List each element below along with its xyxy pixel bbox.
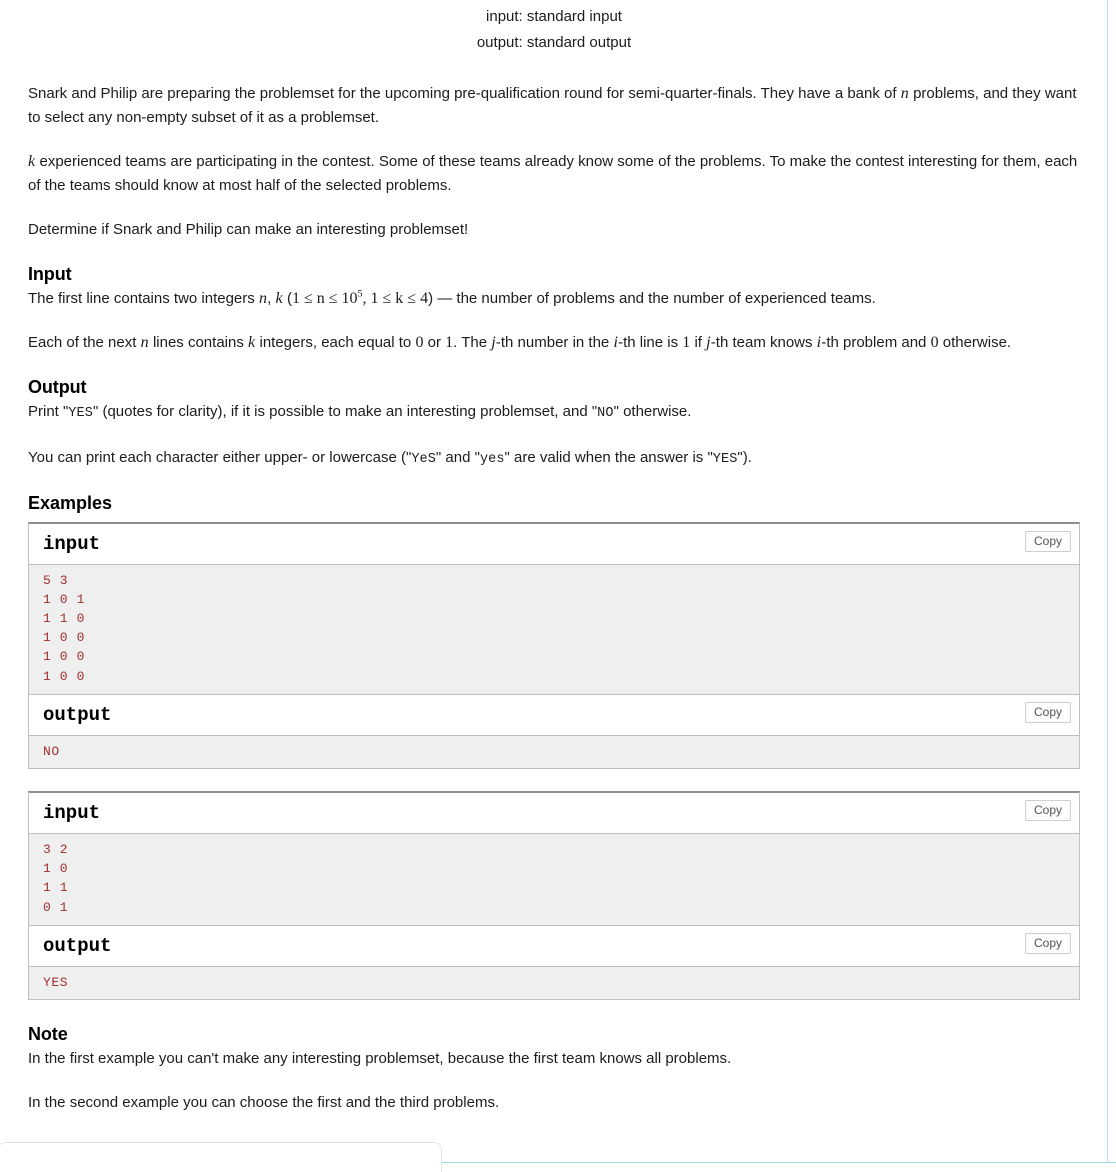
output-p2-c: " are valid when the answer is "	[504, 449, 713, 466]
math-zero: 0	[930, 334, 939, 351]
input-p1-comma: ,	[267, 289, 276, 307]
sample-2-input-data: 3 2 1 0 1 1 0 1	[29, 832, 1079, 925]
legend-paragraph-3: Determine if Snark and Philip can make a…	[28, 221, 469, 238]
input-section: Input The first line contains two intege…	[0, 264, 1108, 355]
math-one: 1	[445, 334, 454, 351]
output-paragraph-1: Print "YES" (quotes for clarity), if it …	[28, 400, 1080, 426]
copy-button[interactable]: Copy	[1024, 701, 1071, 723]
copy-button[interactable]: Copy	[1024, 932, 1071, 954]
sample-2-output-header: output Copy	[29, 924, 1079, 966]
output-spec: output: standard output	[476, 34, 632, 51]
legend-p1-text-a: Snark and Philip are preparing the probl…	[28, 85, 901, 102]
input-p2-g: -th line is	[618, 334, 683, 351]
math-constraint-n: 1 ≤ n ≤ 105	[291, 289, 363, 307]
input-p1-a: The first line contains two integers	[28, 289, 259, 307]
math-n: n	[140, 334, 149, 351]
sample-2-input-label: input	[43, 801, 101, 824]
code-yes-upper: YES	[712, 452, 738, 467]
sample-1-output-data: NO	[29, 734, 1079, 768]
output-section: Output Print "YES" (quotes for clarity),…	[0, 377, 1108, 472]
note-paragraph-1: In the first example you can't make any …	[28, 1049, 732, 1067]
input-p2-d: or	[423, 334, 446, 351]
code-yes: YES	[68, 405, 93, 421]
legend-p2-text: experienced teams are participating in t…	[28, 153, 1078, 194]
output-p2-d: ").	[737, 449, 752, 466]
sample-1-output-header: output Copy	[29, 693, 1079, 735]
note-paragraph-2: In the second example you can choose the…	[28, 1094, 500, 1112]
input-p2-h: if	[690, 334, 707, 351]
output-p1-b: " (quotes for clarity), if it is possibl…	[92, 402, 598, 420]
code-no: NO	[597, 405, 614, 421]
sample-tests: Examples input Copy 5 3 1 0 1 1 1 0 1 0 …	[0, 493, 1108, 1000]
output-p1-c: " otherwise.	[613, 402, 692, 420]
sample-1-input-data: 5 3 1 0 1 1 1 0 1 0 0 1 0 0 1 0 0	[29, 563, 1079, 694]
io-spec-header: input: standard input output: standard o…	[0, 0, 1108, 56]
input-p2-c: integers, each equal to	[255, 334, 416, 351]
bottom-panel	[0, 1142, 442, 1172]
output-p2-a: You can print each character either uppe…	[28, 449, 412, 466]
copy-button[interactable]: Copy	[1024, 799, 1071, 821]
note-section: Note In the first example you can't make…	[0, 1024, 1108, 1115]
legend-paragraph-1: Snark and Philip are preparing the probl…	[28, 82, 1080, 129]
input-p2-b: lines contains	[148, 334, 249, 351]
constraint-separator: ,	[362, 289, 371, 307]
sample-2-input-header: input Copy	[29, 792, 1079, 833]
note-heading: Note	[28, 1023, 68, 1044]
input-paragraph-2: Each of the next n lines contains k inte…	[28, 331, 1080, 355]
input-heading: Input	[28, 263, 72, 284]
sample-test-2: input Copy 3 2 1 0 1 1 0 1 output Copy Y…	[28, 790, 1080, 1000]
math-k: k	[275, 289, 283, 307]
legend-paragraph-2: k experienced teams are participating in…	[28, 150, 1080, 197]
output-p2-b: " and "	[435, 449, 480, 466]
code-yes-lower: yes	[479, 452, 505, 467]
input-p2-k2: otherwise.	[938, 334, 1012, 351]
input-p2-f: -th number in the	[495, 334, 614, 351]
input-p1-b: — the number of problems and the number …	[433, 289, 876, 307]
math-n: n	[900, 85, 909, 102]
output-p1-a: Print "	[28, 402, 69, 420]
input-paragraph-1: The first line contains two integers n, …	[28, 287, 1080, 311]
problem-legend: Snark and Philip are preparing the probl…	[0, 82, 1108, 242]
sample-2-output-data: YES	[29, 965, 1079, 999]
input-spec: input: standard input	[486, 8, 622, 25]
sample-2-output-label: output	[43, 934, 112, 957]
sample-1-input-header: input Copy	[29, 523, 1079, 564]
input-p1-paren-open: (	[282, 289, 292, 307]
math-n: n	[258, 289, 268, 307]
sample-1-output-label: output	[43, 703, 112, 726]
examples-heading: Examples	[28, 492, 113, 513]
sample-test-1: input Copy 5 3 1 0 1 1 1 0 1 0 0 1 0 0 1…	[28, 521, 1080, 769]
output-heading: Output	[28, 376, 87, 397]
input-p2-a: Each of the next	[28, 334, 141, 351]
input-p2-i2: -th team knows	[710, 334, 817, 351]
sample-1-input-label: input	[43, 532, 101, 555]
code-yes-mixed: YeS	[411, 452, 436, 467]
constraint-n-text: 1 ≤ n ≤ 10	[291, 289, 358, 307]
input-p2-j3: -th problem and	[821, 334, 931, 351]
math-constraint-k: 1 ≤ k ≤ 4	[370, 289, 429, 307]
input-p2-e: . The	[453, 334, 492, 351]
problem-statement: input: standard input output: standard o…	[0, 0, 1108, 1136]
output-paragraph-2: You can print each character either uppe…	[28, 446, 1080, 472]
copy-button[interactable]: Copy	[1024, 530, 1071, 552]
